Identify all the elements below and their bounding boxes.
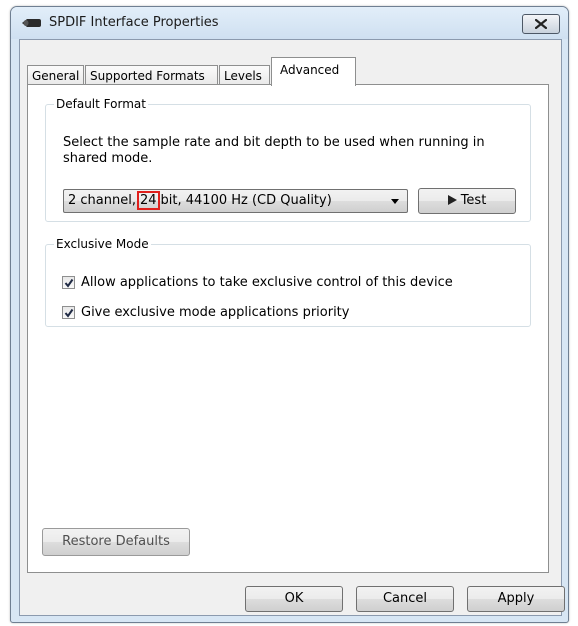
format-select-value: 2 channel, 24 bit, 44100 Hz (CD Quality)	[68, 191, 332, 210]
exclusive-priority-checkbox[interactable]	[62, 306, 75, 319]
exclusive-priority-label: Give exclusive mode applications priorit…	[81, 305, 350, 320]
checkmark-icon	[64, 308, 74, 318]
tab-general[interactable]: General	[27, 65, 84, 85]
exclusive-control-option[interactable]: Allow applications to take exclusive con…	[62, 275, 453, 290]
exclusive-control-checkbox[interactable]	[62, 276, 75, 289]
dialog-client-area: General Supported Formats Levels Advance…	[19, 39, 565, 616]
exclusive-mode-legend: Exclusive Mode	[56, 237, 149, 251]
chevron-down-icon[interactable]	[391, 199, 399, 204]
properties-window: SPDIF Interface Properties General Suppo…	[10, 6, 569, 623]
exclusive-control-label: Allow applications to take exclusive con…	[81, 275, 453, 290]
speaker-device-icon	[22, 19, 41, 27]
close-icon	[535, 19, 547, 29]
advanced-tab-panel: Default Format Select the sample rate an…	[27, 84, 549, 573]
cancel-button[interactable]: Cancel	[356, 586, 454, 612]
format-rate-text: bit, 44100 Hz (CD Quality)	[160, 193, 332, 208]
tab-advanced[interactable]: Advanced	[271, 57, 356, 86]
default-format-group: Default Format Select the sample rate an…	[45, 97, 531, 222]
close-button[interactable]	[522, 14, 560, 34]
play-icon	[447, 194, 457, 205]
restore-defaults-button[interactable]: Restore Defaults	[42, 528, 190, 556]
bit-depth-highlight: 24	[136, 191, 160, 210]
exclusive-priority-option[interactable]: Give exclusive mode applications priorit…	[62, 305, 349, 320]
title-bar[interactable]: SPDIF Interface Properties	[11, 7, 568, 39]
format-select[interactable]: 2 channel, 24 bit, 44100 Hz (CD Quality)	[63, 189, 408, 213]
tab-levels[interactable]: Levels	[219, 65, 270, 85]
default-format-description: Select the sample rate and bit depth to …	[63, 135, 485, 166]
ok-button[interactable]: OK	[245, 586, 343, 612]
apply-button[interactable]: Apply	[467, 586, 565, 612]
test-button[interactable]: Test	[418, 188, 516, 214]
exclusive-mode-group: Exclusive Mode Allow applications to tak…	[45, 237, 531, 327]
checkmark-icon	[64, 278, 74, 288]
format-channel-text: 2 channel,	[68, 193, 136, 208]
test-button-label: Test	[460, 193, 487, 208]
window-title: SPDIF Interface Properties	[49, 15, 219, 30]
default-format-legend: Default Format	[56, 97, 146, 111]
tab-supported-formats[interactable]: Supported Formats	[85, 65, 218, 85]
